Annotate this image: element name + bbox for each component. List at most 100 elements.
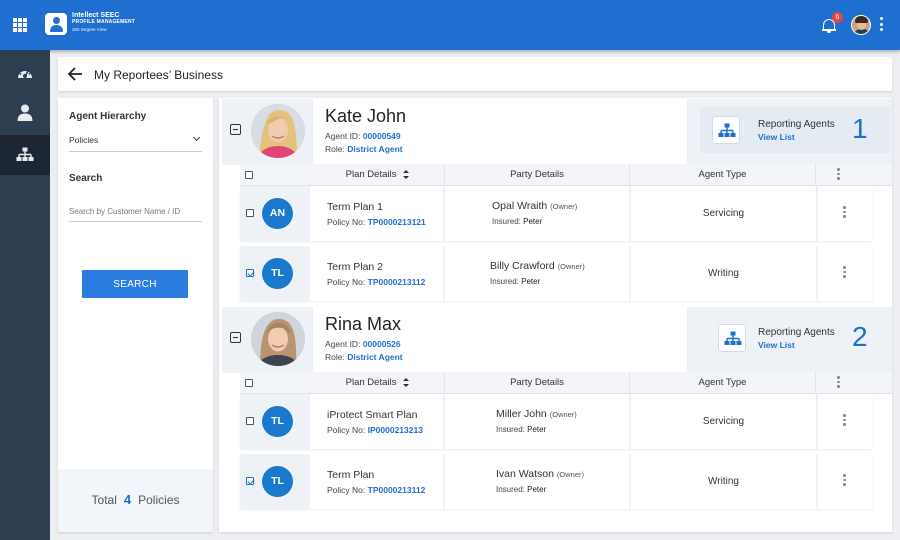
column-header-type: Agent Type: [698, 169, 747, 180]
total-unit: Policies: [138, 493, 180, 507]
sort-icon[interactable]: [403, 169, 410, 179]
party-name: Ivan Watson: [496, 468, 554, 480]
insured-label: Insured:: [496, 425, 528, 434]
rail-item-profile[interactable]: [0, 92, 50, 132]
agent-role: Role: District Agent: [325, 144, 403, 154]
party-cell: Ivan Watson (Owner) Insured: Peter: [445, 454, 629, 509]
agent-role-value: District Agent: [347, 144, 403, 154]
total-count: 4: [123, 492, 132, 507]
agent-id: Agent ID: 00000526: [325, 339, 401, 349]
row-actions: [818, 454, 872, 509]
sort-icon[interactable]: [403, 377, 410, 387]
search-input[interactable]: [69, 202, 202, 222]
party-role: (Owner): [557, 262, 585, 271]
reporting-agents-label: Reporting Agents: [758, 119, 835, 130]
rail-item-dashboard[interactable]: [0, 53, 50, 93]
apps-grid-icon[interactable]: [13, 18, 27, 32]
insured-label: Insured:: [492, 217, 524, 226]
agent-id-value[interactable]: 00000549: [363, 131, 401, 141]
agent-info: Kate John Agent ID: 00000549 Role: Distr…: [313, 99, 687, 165]
kebab-vertical-icon[interactable]: [843, 206, 846, 220]
kebab-vertical-icon[interactable]: [843, 474, 846, 488]
arrow-left-icon[interactable]: [67, 66, 83, 82]
party-insured: Insured: Peter: [492, 217, 542, 226]
agent-photo: [251, 104, 305, 158]
view-list-link[interactable]: View List: [758, 132, 795, 142]
agent-type: Servicing: [631, 186, 816, 241]
agent-type: Writing: [631, 454, 816, 509]
hierarchy-icon: [718, 324, 746, 352]
table-header: Plan Details Party Details Agent Type: [240, 164, 892, 186]
select-all-checkbox[interactable]: [245, 171, 253, 179]
hierarchy-icon: [712, 116, 740, 144]
row-checkbox[interactable]: [246, 417, 254, 425]
agent-role-value: District Agent: [347, 352, 403, 362]
total-label: Total: [91, 493, 117, 507]
user-avatar[interactable]: [851, 15, 871, 35]
agent-info: Rina Max Agent ID: 00000526 Role: Distri…: [313, 307, 687, 373]
kebab-vertical-icon[interactable]: [837, 168, 840, 182]
hierarchy-select[interactable]: Policies: [69, 132, 202, 152]
column-header-plan[interactable]: Plan Details: [311, 372, 444, 394]
policy-number: Policy No: IP0000213213: [327, 425, 423, 435]
plan-name: Term Plan: [327, 469, 375, 481]
agent-name: Rina Max: [325, 314, 402, 334]
policy-number-label: Policy No:: [327, 277, 368, 287]
kebab-vertical-icon[interactable]: [843, 414, 846, 428]
insured-label: Insured:: [496, 485, 528, 494]
view-list-link[interactable]: View List: [758, 340, 795, 350]
column-header-plan-label: Plan Details: [345, 377, 397, 388]
select-all-checkbox[interactable]: [245, 379, 253, 387]
person-icon: [17, 104, 33, 121]
policy-number-link[interactable]: IP0000213213: [368, 425, 423, 435]
kebab-vertical-icon[interactable]: [843, 266, 846, 280]
search-button[interactable]: SEARCH: [82, 270, 188, 298]
table-row: TL iProtect Smart Plan Policy No: IP0000…: [240, 394, 872, 449]
reporting-agents-count: 2: [852, 321, 868, 352]
policy-number-label: Policy No:: [327, 425, 368, 435]
policy-initials-avatar: TL: [262, 466, 293, 497]
agent-id-value[interactable]: 00000526: [363, 339, 401, 349]
party-insured: Insured: Peter: [496, 425, 546, 434]
brand-logo: Intellect SEEC PROFILE MANAGEMENT 360 De…: [72, 12, 135, 33]
policy-number-link[interactable]: TP0000213121: [368, 217, 426, 227]
row-actions: [818, 394, 872, 449]
row-checkbox[interactable]: [246, 269, 254, 277]
agent-id: Agent ID: 00000549: [325, 131, 401, 141]
chevron-down-icon: [192, 133, 201, 142]
party-cell: Miller John (Owner) Insured: Peter: [445, 394, 629, 449]
column-header-plan[interactable]: Plan Details: [311, 164, 444, 186]
collapse-icon[interactable]: [230, 332, 241, 343]
agent-role-label: Role:: [325, 144, 348, 154]
dashboard-icon: [18, 68, 32, 78]
search-label: Search: [69, 173, 103, 184]
agent-type: Writing: [631, 246, 816, 301]
kebab-vertical-icon[interactable]: [837, 376, 840, 390]
table-row: TL Term Plan 2 Policy No: TP0000213112 B…: [240, 246, 872, 301]
reporting-agents-card: Reporting Agents View List 1: [700, 107, 890, 153]
side-rail: [0, 50, 50, 540]
reporting-agents-card: Reporting Agents View List 2: [700, 315, 890, 361]
party-name: Billy Crawford: [490, 260, 555, 272]
policy-number-link[interactable]: TP0000213112: [368, 277, 426, 287]
brand-tagline: 360 Degree View: [72, 27, 107, 32]
top-app-bar: Intellect SEEC PROFILE MANAGEMENT 360 De…: [0, 0, 900, 50]
policy-number-link[interactable]: TP0000213112: [368, 485, 426, 495]
agent-hierarchy-label: Agent Hierarchy: [69, 111, 147, 122]
party-role: (Owner): [549, 410, 577, 419]
row-checkbox[interactable]: [246, 477, 254, 485]
rail-item-hierarchy[interactable]: [0, 135, 50, 175]
kebab-vertical-icon[interactable]: [880, 17, 884, 33]
agent-role: Role: District Agent: [325, 352, 403, 362]
brand-logo-icon: [45, 13, 67, 35]
party-role: (Owner): [550, 202, 578, 211]
party-owner: Billy Crawford (Owner): [490, 260, 585, 272]
agent-card: Rina Max Agent ID: 00000526 Role: Distri…: [222, 307, 892, 373]
table-row: TL Term Plan Policy No: TP0000213112 Iva…: [240, 454, 872, 509]
row-checkbox[interactable]: [246, 209, 254, 217]
insured-name: Peter: [527, 425, 547, 434]
filter-panel: Agent Hierarchy Policies Search SEARCH T…: [58, 98, 213, 532]
insured-name: Peter: [523, 217, 543, 226]
collapse-icon[interactable]: [230, 124, 241, 135]
row-actions: [818, 186, 872, 241]
